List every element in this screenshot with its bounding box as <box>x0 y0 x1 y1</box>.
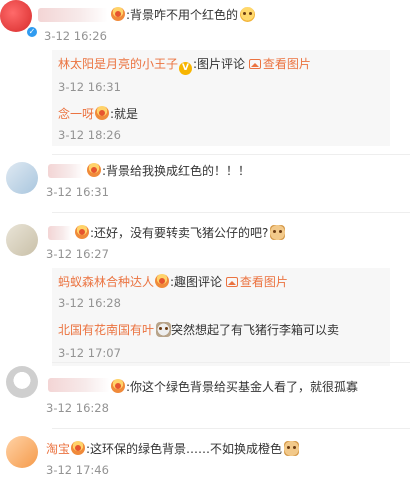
timestamp: 3-12 16:27 <box>46 247 109 261</box>
reply-author[interactable]: 林太阳是月亮的小王子 <box>58 57 178 71</box>
avatar[interactable] <box>6 224 38 256</box>
commenter-name-blurred[interactable] <box>48 226 72 240</box>
reply-text: 突然想起了有飞猪行李箱可以卖 <box>171 323 340 337</box>
avatar[interactable] <box>6 436 38 468</box>
comment-5-text: 淘宝 :这环保的绿色背景……不如换成橙色 <box>46 441 300 457</box>
comment-text: :这环保的绿色背景……不如换成橙色 <box>86 442 283 456</box>
timestamp: 3-12 16:28 <box>58 296 121 310</box>
reply-author[interactable]: 念一呀 <box>58 107 94 121</box>
comment-2-text: :背景给我换成红色的！！！ <box>86 163 250 179</box>
comment-text: :你这个绿色背景给买基金人看了，就很孤寡 <box>126 380 359 394</box>
commenter-name-blurred[interactable] <box>48 164 84 178</box>
fan-medal-icon <box>111 379 125 393</box>
view-image-link[interactable]: 查看图片 <box>225 275 288 289</box>
timestamp: 3-12 16:31 <box>58 80 121 94</box>
timestamp: 3-12 16:26 <box>44 29 107 43</box>
comment-text: :背景咋不用个红色的 <box>126 8 239 22</box>
verified-gold-icon: V <box>179 62 193 75</box>
avatar[interactable] <box>6 162 38 194</box>
commenter-name-blurred[interactable] <box>48 378 110 392</box>
emoji-icon <box>240 7 256 22</box>
image-icon <box>225 277 238 287</box>
reply-author[interactable]: 北国有花南国有叶 <box>58 323 154 337</box>
fan-medal-icon <box>71 441 86 455</box>
reply-text: :就是 <box>110 107 139 121</box>
fan-medal-icon <box>111 7 125 21</box>
reply-text: :趣图评论 <box>170 275 223 289</box>
image-icon <box>248 59 261 69</box>
comment-1-text: :背景咋不用个红色的 <box>110 7 256 23</box>
divider <box>52 212 410 213</box>
timestamp: 3-12 17:07 <box>58 346 121 360</box>
doge-emoji-icon <box>284 441 300 456</box>
reply-1-1: 林太阳是月亮的小王子 V:图片评论 查看图片 <box>58 56 311 75</box>
fan-medal-icon <box>87 163 101 177</box>
verified-badge-icon: ✓ <box>26 26 38 38</box>
divider <box>52 362 410 363</box>
fan-medal-icon <box>95 106 110 120</box>
view-image-label: 查看图片 <box>262 57 311 71</box>
timestamp: 3-12 16:31 <box>46 185 109 199</box>
reply-3-2: 北国有花南国有叶 突然想起了有飞猪行李箱可以卖 <box>58 322 339 338</box>
divider <box>52 428 410 429</box>
fan-medal-icon <box>75 225 89 239</box>
divider <box>52 154 410 155</box>
doge-emoji-icon <box>270 225 286 240</box>
view-image-link[interactable]: 查看图片 <box>248 57 311 71</box>
reply-3-1: 蚂蚁森林合种达人 :趣图评论 查看图片 <box>58 274 288 290</box>
reply-1-2: 念一呀 :就是 <box>58 106 138 122</box>
comment-text: :背景给我换成红色的！！！ <box>102 164 251 178</box>
reply-author[interactable]: 蚂蚁森林合种达人 <box>58 275 154 289</box>
reply-text: :图片评论 <box>193 57 246 71</box>
fan-medal-icon <box>155 274 170 288</box>
comment-3-text: :还好，没有要转卖飞猪公仔的吧? <box>74 225 286 241</box>
timestamp: 3-12 18:26 <box>58 128 121 142</box>
commenter-name[interactable]: 淘宝 <box>46 442 70 456</box>
avatar[interactable] <box>6 366 38 398</box>
timestamp: 3-12 16:28 <box>46 401 109 415</box>
comment-text: :还好，没有要转卖飞猪公仔的吧? <box>90 226 269 240</box>
cat-emoji-icon <box>156 322 172 337</box>
timestamp: 3-12 17:46 <box>46 463 109 477</box>
commenter-name-blurred[interactable] <box>38 8 108 22</box>
comment-4-text: :你这个绿色背景给买基金人看了，就很孤寡 <box>110 379 358 395</box>
view-image-label: 查看图片 <box>239 275 288 289</box>
